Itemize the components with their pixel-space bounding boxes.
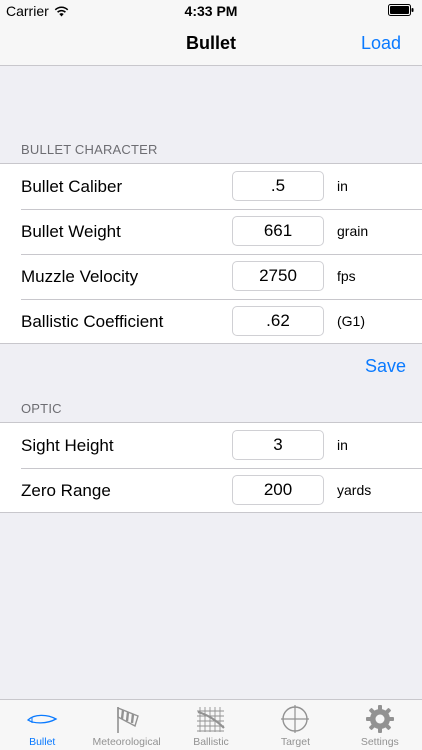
sight-height-label: Sight Height [21,436,114,455]
battery-icon [388,4,414,16]
bullet-icon [27,714,58,724]
gear-icon [365,705,394,733]
ballistic-grid-icon [197,707,225,732]
load-button[interactable]: Load [361,33,401,54]
sight-height-unit: in [337,437,348,453]
crosshair-icon [281,705,310,733]
bullet-caliber-row: Bullet Caliber in [0,164,422,209]
ballistic-coefficient-row: Ballistic Coefficient (G1) [0,299,422,344]
tab-bullet-label: Bullet [29,736,56,748]
optic-section-header: OPTIC [21,401,62,416]
tab-settings[interactable]: Settings [338,700,422,750]
bullet-weight-field[interactable] [232,216,324,246]
bullet-caliber-unit: in [337,178,348,194]
zero-range-label: Zero Range [21,481,111,500]
save-button[interactable]: Save [365,356,406,377]
tab-meteorological-label: Meteorological [92,736,161,748]
tab-settings-label: Settings [360,736,399,748]
tab-bar: Bullet Meteorological Ballistic Target S… [0,699,422,750]
zero-range-unit: yards [337,482,372,498]
tab-meteorological[interactable]: Meteorological [84,700,168,750]
bullet-weight-row: Bullet Weight grain [0,209,422,254]
muzzle-velocity-label: Muzzle Velocity [21,267,139,286]
sight-height-field[interactable] [232,430,324,460]
zero-range-field[interactable] [232,475,324,505]
status-bar: Carrier 4:33 PM [0,0,422,22]
clock: 4:33 PM [184,3,238,19]
sight-height-row: Sight Height in [0,423,422,468]
muzzle-velocity-field[interactable] [232,261,324,291]
muzzle-velocity-row: Muzzle Velocity fps [0,254,422,299]
bullet-weight-label: Bullet Weight [21,222,121,241]
ballistic-coefficient-label: Ballistic Coefficient [21,312,164,331]
bullet-character-group: Bullet Caliber in Bullet Weight grain Mu… [0,163,422,344]
ballistic-coefficient-field[interactable] [232,306,324,336]
tab-target[interactable]: Target [253,700,337,750]
tab-ballistic[interactable]: Ballistic [169,700,253,750]
bullet-caliber-field[interactable] [232,171,324,201]
muzzle-velocity-unit: fps [337,268,356,284]
tab-ballistic-label: Ballistic [193,736,229,748]
bullet-section-header: BULLET CHARACTER [21,142,158,157]
bullet-weight-unit: grain [337,223,369,239]
windsock-icon [116,706,139,733]
page-title: Bullet [185,33,236,53]
tab-target-label: Target [280,736,311,748]
zero-range-row: Zero Range yards [0,468,422,513]
navigation-bar: Bullet Load [0,22,422,66]
bullet-caliber-label: Bullet Caliber [21,177,123,196]
optic-group: Sight Height in Zero Range yards [0,422,422,513]
tab-bullet[interactable]: Bullet [0,700,84,750]
ballistic-coefficient-unit: (G1) [337,313,365,329]
